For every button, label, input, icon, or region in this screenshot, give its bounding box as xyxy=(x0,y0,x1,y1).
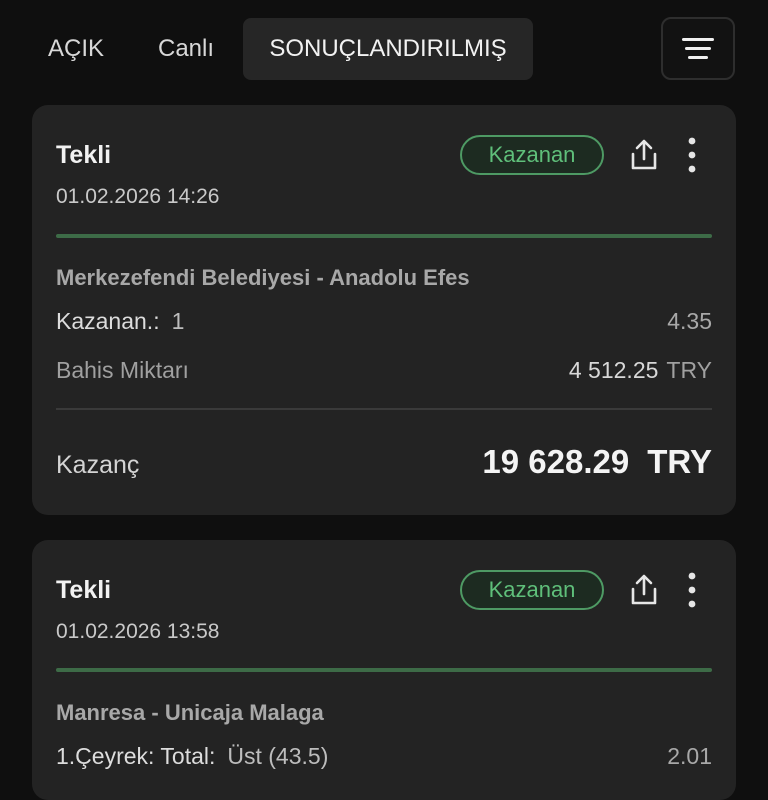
more-vertical-icon[interactable] xyxy=(680,135,704,175)
winnings-amount: 19 628.29 xyxy=(482,443,630,480)
selection-value: Üst (43.5) xyxy=(227,743,329,769)
winnings-row: Kazanç 19 628.29 TRY xyxy=(56,443,712,481)
winnings-currency: TRY xyxy=(647,443,712,480)
selection-row: 1.Çeyrek: Total: Üst (43.5) 2.01 xyxy=(56,743,712,770)
status-divider xyxy=(56,668,712,672)
share-icon[interactable] xyxy=(626,572,662,608)
stake-currency: TRY xyxy=(666,357,712,383)
status-badge: Kazanan xyxy=(460,570,604,610)
selection-row: Kazanan.: 1 4.35 xyxy=(56,308,712,335)
odds-value: 2.01 xyxy=(667,743,712,769)
tab-live[interactable]: Canlı xyxy=(138,18,234,80)
tab-settled[interactable]: SONUÇLANDIRILMIŞ xyxy=(243,18,533,80)
share-icon[interactable] xyxy=(626,137,662,173)
bet-card[interactable]: Tekli 01.02.2026 14:26 Kazanan Merkezefe… xyxy=(32,105,736,515)
filter-button[interactable] xyxy=(661,17,735,80)
divider xyxy=(56,408,712,410)
selection-value: 1 xyxy=(171,308,185,334)
winnings-label: Kazanç xyxy=(56,451,140,479)
odds-value: 4.35 xyxy=(667,308,712,334)
bet-card[interactable]: Tekli 01.02.2026 13:58 Kazanan Manresa -… xyxy=(32,540,736,800)
selection-label: 1.Çeyrek: Total: xyxy=(56,743,216,769)
stake-row: Bahis Miktarı 4 512.25 TRY xyxy=(56,357,712,384)
tab-open[interactable]: AÇIK xyxy=(28,18,124,80)
status-badge: Kazanan xyxy=(460,135,604,175)
match-name: Merkezefendi Belediyesi - Anadolu Efes xyxy=(56,265,470,290)
more-vertical-icon[interactable] xyxy=(680,570,704,610)
menu-lines-icon xyxy=(682,38,714,41)
bet-type: Tekli xyxy=(56,141,112,169)
bet-date: 01.02.2026 14:26 xyxy=(56,185,220,208)
match-name: Manresa - Unicaja Malaga xyxy=(56,700,324,725)
stake-label: Bahis Miktarı xyxy=(56,357,189,383)
bet-type: Tekli xyxy=(56,576,112,604)
stake-amount: 4 512.25 xyxy=(568,357,659,383)
status-divider xyxy=(56,234,712,238)
bet-date: 01.02.2026 13:58 xyxy=(56,620,220,643)
bet-status-tabbar: AÇIK Canlı SONUÇLANDIRILMIŞ xyxy=(0,0,768,96)
selection-label: Kazanan.: xyxy=(56,308,160,334)
